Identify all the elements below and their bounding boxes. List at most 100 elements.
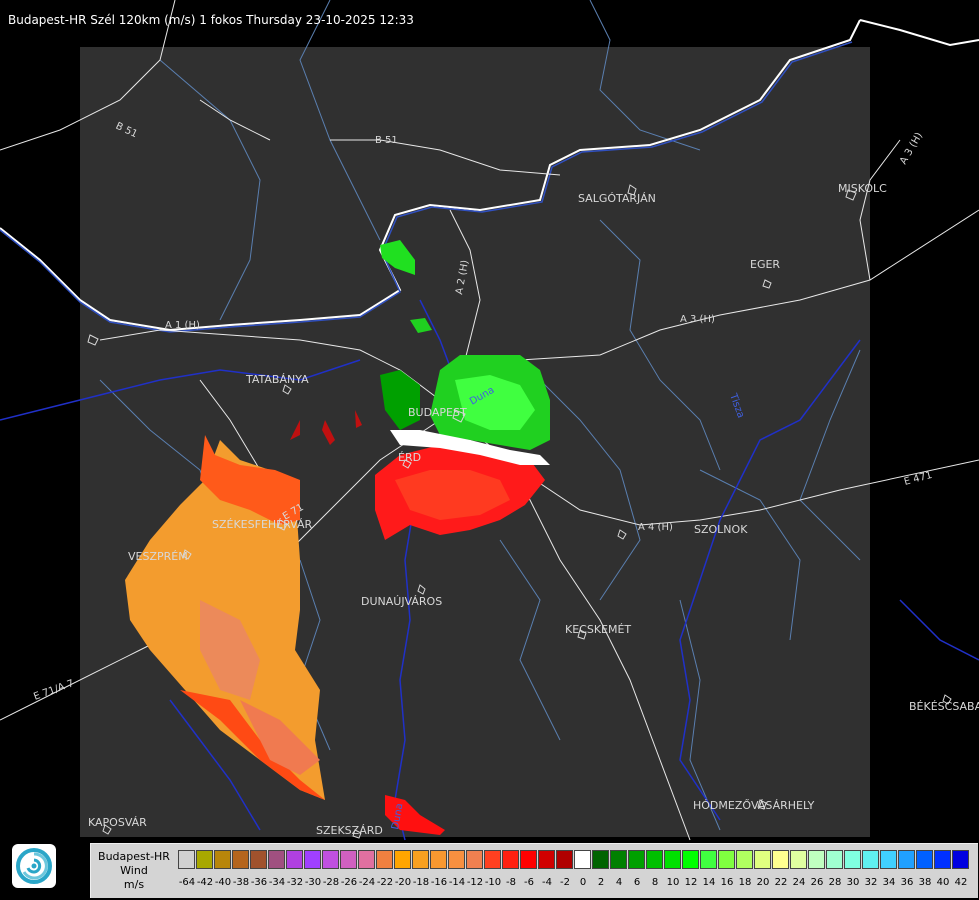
city-label: HÓDMEZŐVÁSÁRHELY	[693, 798, 815, 812]
legend-swatch	[340, 850, 357, 869]
legend-swatch	[250, 850, 267, 869]
legend-title: Budapest-HR Wind m/s	[91, 850, 177, 892]
city-label: DUNAÚJVÁROS	[361, 595, 442, 608]
city-label: SZÉKESFEHÉRVÁR	[212, 518, 313, 531]
legend-tick-label: -36	[250, 877, 268, 888]
legend-tick-label: 36	[900, 877, 914, 888]
legend-swatch	[214, 850, 231, 869]
legend-swatch	[682, 850, 699, 869]
legend-swatch	[628, 850, 645, 869]
legend-title-line: m/s	[123, 878, 145, 891]
legend-title-line: Budapest-HR	[98, 850, 170, 863]
legend-tick-label: -64	[178, 877, 196, 888]
road-label: A 3 (H)	[680, 314, 715, 325]
legend-swatch	[520, 850, 537, 869]
legend-tick-label: -18	[412, 877, 430, 888]
city-label: KAPOSVÁR	[88, 816, 147, 829]
legend-swatch	[484, 850, 501, 869]
legend-swatch	[448, 850, 465, 869]
legend-swatch	[268, 850, 285, 869]
city-label: BUDAPEST	[408, 406, 467, 419]
legend-swatch	[898, 850, 915, 869]
legend-swatch	[610, 850, 627, 869]
legend-swatch	[322, 850, 339, 869]
legend-tick-label: 4	[615, 877, 623, 888]
legend-swatch	[430, 850, 447, 869]
legend-tick-label: -24	[358, 877, 376, 888]
city-label: BÉKÉSCSABA	[909, 700, 979, 713]
legend-tick-label: -2	[560, 877, 570, 888]
legend-swatch	[790, 850, 807, 869]
legend-swatch	[304, 850, 321, 869]
legend-tick-label: -4	[542, 877, 552, 888]
legend-title-line: Wind	[120, 864, 148, 877]
city-label: SZEKSZÁRD	[316, 824, 383, 837]
legend-swatch	[466, 850, 483, 869]
legend-tick-label: 14	[702, 877, 716, 888]
legend-tick-label: 0	[579, 877, 587, 888]
legend-tick-label: 30	[846, 877, 860, 888]
legend-tick-label: 24	[792, 877, 806, 888]
legend-tick-label: -10	[484, 877, 502, 888]
legend-swatches	[178, 850, 970, 869]
legend-swatch	[916, 850, 933, 869]
legend-tick-label: 32	[864, 877, 878, 888]
road-label: E 71/A 7	[32, 678, 75, 703]
legend-tick-label: 22	[774, 877, 788, 888]
legend-swatch	[808, 850, 825, 869]
legend-tick-label: 2	[597, 877, 605, 888]
legend-tick-label: -14	[448, 877, 466, 888]
legend-tick-label: -8	[506, 877, 516, 888]
legend-swatch	[772, 850, 789, 869]
legend-tick-label: -34	[268, 877, 286, 888]
city-label: SALGÓTARJÁN	[578, 192, 656, 205]
legend-tick-label: 40	[936, 877, 950, 888]
city-label: KECSKEMÉT	[565, 623, 631, 636]
legend-tick-label: 28	[828, 877, 842, 888]
legend-tick-label: -12	[466, 877, 484, 888]
road-label: E 471	[903, 470, 933, 488]
legend-swatch	[826, 850, 843, 869]
legend-tick-label: 34	[882, 877, 896, 888]
legend-tick-label: -32	[286, 877, 304, 888]
legend-swatch	[736, 850, 753, 869]
legend-swatch	[538, 850, 555, 869]
legend-tick-label: 26	[810, 877, 824, 888]
legend-tick-label: -30	[304, 877, 322, 888]
road-label: A 3 (H)	[898, 131, 925, 167]
legend-ticks: -64 -42 -40 -38 -36 -34 -32 -30 -28 -26 -24 -22 -20-…	[178, 877, 970, 891]
legend-swatch	[196, 850, 213, 869]
legend-tick-label: 16	[720, 877, 734, 888]
city-label: VESZPRÉM	[128, 550, 188, 563]
legend-swatch	[592, 850, 609, 869]
legend-swatch	[880, 850, 897, 869]
legend-swatch	[286, 850, 303, 869]
city-label: SZOLNOK	[694, 523, 748, 536]
legend-tick-label: 20	[756, 877, 770, 888]
city-label: MISKOLC	[838, 182, 887, 195]
legend-swatch	[952, 850, 969, 869]
legend-tick-label: -42	[196, 877, 214, 888]
legend-tick-label: 38	[918, 877, 932, 888]
legend-tick-label: -28	[322, 877, 340, 888]
legend-tick-label: -40	[214, 877, 232, 888]
legend-swatch	[556, 850, 573, 869]
legend-swatch	[502, 850, 519, 869]
legend-swatch	[862, 850, 879, 869]
legend-swatch	[664, 850, 681, 869]
radar-title: Budapest-HR Szél 120km (m/s) 1 fokos Thu…	[8, 13, 414, 27]
legend-swatch	[376, 850, 393, 869]
legend-tick-label: -22	[376, 877, 394, 888]
road-label: A 1 (H)	[165, 320, 200, 331]
legend-tick-label: -38	[232, 877, 250, 888]
legend-swatch	[700, 850, 717, 869]
legend-tick-label: 42	[954, 877, 968, 888]
legend-tick-label: 12	[684, 877, 698, 888]
legend-swatch	[358, 850, 375, 869]
legend-swatch	[178, 850, 195, 869]
legend-tick-label: 10	[666, 877, 680, 888]
legend-tick-label: 6	[633, 877, 641, 888]
legend-tick-label: -6	[524, 877, 534, 888]
legend-swatch	[412, 850, 429, 869]
color-legend: Budapest-HR Wind m/s -64 -42 -40 -38 -36 -34-…	[90, 843, 978, 898]
